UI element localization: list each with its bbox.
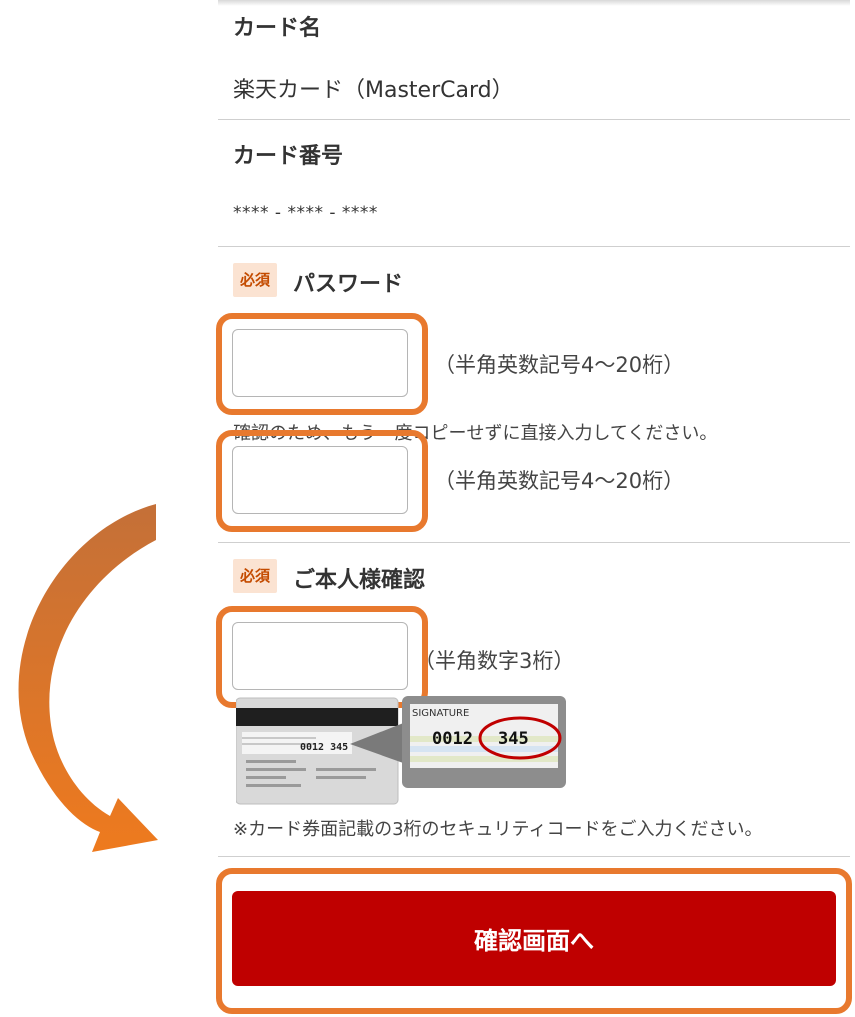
card-number-value: **** - **** - **** (233, 203, 378, 223)
security-code-hint: （半角数字3桁） (414, 649, 575, 673)
card-name-label: カード名 (233, 16, 322, 41)
card-back-code: 0012 345 (300, 742, 348, 753)
divider (218, 246, 850, 247)
required-badge: 必須 (233, 559, 277, 593)
password-confirm-hint: （半角英数記号4〜20桁） (434, 469, 685, 493)
magnetic-stripe (236, 708, 398, 726)
divider (218, 119, 850, 120)
card-back-illustration: 0012 345 SIGNATURE 0012 345 (236, 696, 566, 805)
card-number-label: カード番号 (233, 144, 344, 169)
card-name-value: 楽天カード（MasterCard） (233, 78, 514, 103)
card-code-left: 0012 (432, 729, 473, 749)
identity-verification-label: ご本人様確認 (293, 568, 426, 593)
annotation-arrow-icon (18, 504, 158, 852)
top-shadow (218, 0, 850, 6)
divider (218, 542, 850, 543)
password-label: パスワード (293, 272, 404, 297)
security-code-input[interactable] (232, 622, 408, 690)
divider (218, 856, 850, 857)
card-code-right: 345 (498, 729, 529, 749)
required-badge: 必須 (233, 263, 277, 297)
password-hint: （半角英数記号4〜20桁） (434, 353, 685, 377)
password-confirm-input[interactable] (232, 446, 408, 514)
signature-label: SIGNATURE (412, 708, 469, 719)
confirm-screen-button[interactable]: 確認画面へ (232, 891, 836, 986)
security-code-note: ※カード券面記載の3桁のセキュリティコードをご入力ください。 (233, 819, 763, 840)
password-input[interactable] (232, 329, 408, 397)
